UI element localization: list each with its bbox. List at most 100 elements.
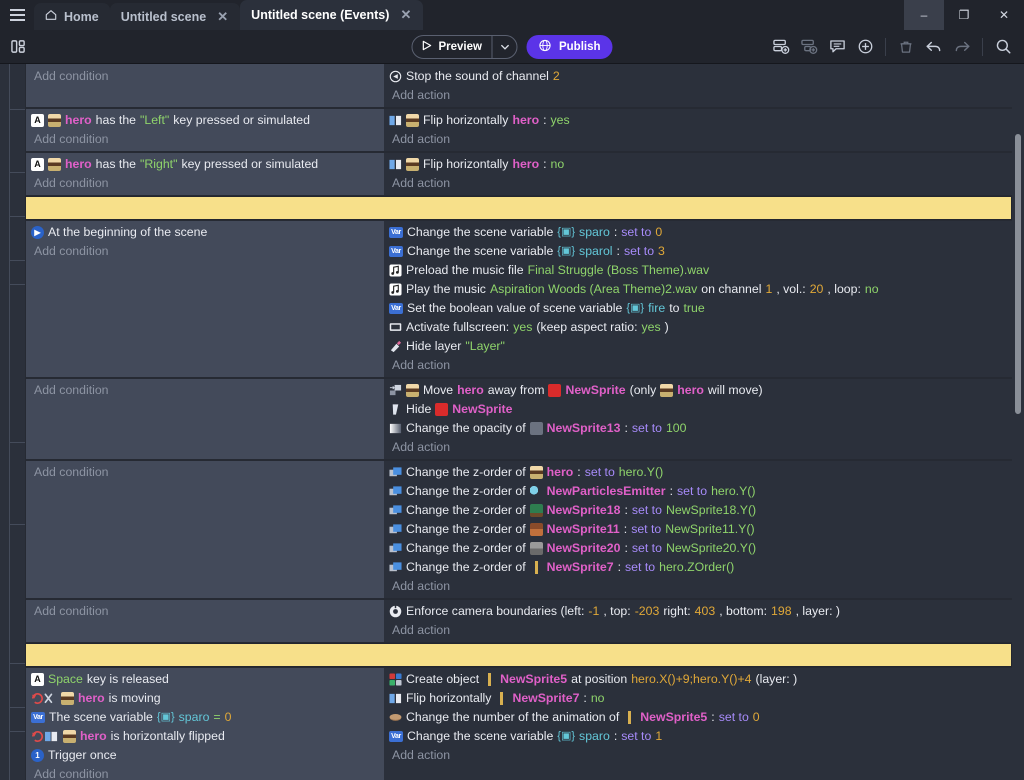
add-subevent-icon[interactable] — [796, 34, 822, 60]
search-icon[interactable] — [990, 34, 1016, 60]
action-line[interactable]: Change the z-order of hero: set to hero.Y() — [384, 463, 1012, 482]
token: hero — [546, 465, 574, 479]
condition-line[interactable]: Ahero has the "Right" key pressed or simula… — [26, 155, 384, 174]
music-icon — [389, 283, 402, 296]
conditions-cell[interactable]: ▶ At the beginning of the scene Add condit… — [25, 220, 384, 378]
conditions-cell[interactable]: Add condition — [25, 378, 384, 460]
token: NewSprite20.Y() — [665, 541, 757, 555]
undo-icon[interactable] — [921, 34, 947, 60]
token: Activate fullscreen: — [406, 320, 510, 334]
token: NewSprite18.Y() — [665, 503, 757, 517]
condition-line[interactable]: hero is horizontally flipped — [26, 727, 384, 746]
add-action-button[interactable]: Add action — [384, 86, 1012, 105]
condition-line[interactable]: ▶ At the beginning of the scene — [26, 223, 384, 242]
action-line[interactable]: Change the z-order of NewSprite18: set to N… — [384, 501, 1012, 520]
action-line[interactable]: Var Change the scene variable {▣} sparo: set… — [384, 223, 1012, 242]
add-condition-button[interactable]: Add condition — [26, 765, 384, 780]
action-line[interactable]: Change the number of the animation of New… — [384, 708, 1012, 727]
conditions-cell[interactable]: Add condition — [25, 460, 384, 599]
condition-line[interactable]: Var The scene variable {▣} sparo = 0 — [26, 708, 384, 727]
add-action-button[interactable]: Add action — [384, 130, 1012, 149]
toolbar-right-group — [768, 34, 1016, 60]
action-line[interactable]: Play the music Aspiration Woods (Area The… — [384, 280, 1012, 299]
add-action-button[interactable]: Add action — [384, 621, 1012, 640]
conditions-cell[interactable]: A Space key is released hero is moving Var The… — [25, 667, 384, 780]
token: hero — [65, 157, 92, 171]
tab-untitled-scene-events[interactable]: Untitled scene (Events) ✕ — [240, 0, 424, 30]
vertical-scrollbar-thumb[interactable] — [1015, 134, 1021, 414]
tab-close-icon[interactable]: ✕ — [216, 9, 229, 25]
action-line[interactable]: Stop the sound of channel 2 — [384, 67, 1012, 86]
preview-button[interactable]: Preview — [411, 34, 518, 59]
add-instruction-icon[interactable] — [852, 34, 878, 60]
action-line[interactable]: Hide NewSprite — [384, 400, 1012, 419]
action-line[interactable]: Flip horizontally hero: yes — [384, 111, 1012, 130]
action-line[interactable]: Change the z-order of NewSprite7: set to he… — [384, 558, 1012, 577]
add-action-button[interactable]: Add action — [384, 174, 1012, 193]
events-sheet[interactable]: 1Trigger onceAdd conditionChange the num… — [0, 64, 1024, 780]
action-line[interactable]: Move hero away from NewSprite (only hero will … — [384, 381, 1012, 400]
add-action-button[interactable]: Add action — [384, 438, 1012, 457]
delete-icon[interactable] — [893, 34, 919, 60]
comment-row[interactable] — [25, 196, 1012, 220]
action-line[interactable]: Change the opacity of NewSprite13: set to 1… — [384, 419, 1012, 438]
actions-cell[interactable]: Change the z-order of hero: set to hero.Y()… — [384, 460, 1012, 599]
condition-line[interactable]: 1 Trigger once — [26, 746, 384, 765]
tab-untitled-scene[interactable]: Untitled scene ✕ — [109, 3, 241, 30]
tab-home[interactable]: Home — [34, 3, 110, 30]
add-action-button[interactable]: Add action — [384, 746, 1012, 765]
actions-cell[interactable]: Change the number of the animation ofher… — [384, 64, 1012, 108]
actions-cell[interactable]: Flip horizontally hero: no Add action — [384, 152, 1012, 196]
add-action-button[interactable]: Add action — [384, 577, 1012, 596]
action-line[interactable]: Enforce camera boundaries (left: -1, top:… — [384, 602, 1012, 621]
preview-dropdown-button[interactable] — [493, 36, 517, 58]
actions-cell[interactable]: Flip horizontally hero: yes Add action — [384, 108, 1012, 152]
token: {▣} — [557, 245, 576, 257]
action-line[interactable]: Create object NewSprite5 at position hero.X… — [384, 670, 1012, 689]
comment-row[interactable] — [25, 643, 1012, 667]
layout-panel-icon[interactable] — [0, 39, 36, 54]
add-condition-button[interactable]: Add condition — [26, 174, 384, 193]
add-condition-button[interactable]: Add condition — [26, 67, 384, 86]
action-line[interactable]: Flip horizontally NewSprite7: no — [384, 689, 1012, 708]
minimize-button[interactable]: – — [904, 0, 944, 30]
actions-cell[interactable]: Move hero away from NewSprite (only hero will … — [384, 378, 1012, 460]
redo-icon[interactable] — [949, 34, 975, 60]
conditions-cell[interactable]: 1Trigger onceAdd condition — [25, 64, 384, 108]
conditions-cell[interactable]: Add condition — [25, 599, 384, 643]
actions-cell[interactable]: Var Change the scene variable {▣} sparo: set… — [384, 220, 1012, 378]
publish-button[interactable]: Publish — [526, 34, 613, 59]
add-condition-button[interactable]: Add condition — [26, 381, 384, 400]
conditions-cell[interactable]: Ahero has the "Left" key pressed or simulat… — [25, 108, 384, 152]
action-line[interactable]: Change the z-order of NewParticlesEmitter… — [384, 482, 1012, 501]
add-condition-button[interactable]: Add condition — [26, 463, 384, 482]
action-line[interactable]: Change the z-order of NewSprite11: set to N… — [384, 520, 1012, 539]
add-condition-button[interactable]: Add condition — [26, 130, 384, 149]
condition-line[interactable]: hero is moving — [26, 689, 384, 708]
action-line[interactable]: Var Change the scene variable {▣} sparol: se… — [384, 242, 1012, 261]
action-line[interactable]: Flip horizontally hero: no — [384, 155, 1012, 174]
add-event-icon[interactable] — [768, 34, 794, 60]
actions-cell[interactable]: Create object NewSprite5 at position hero.X… — [384, 667, 1012, 780]
add-comment-icon[interactable] — [824, 34, 850, 60]
action-line[interactable]: Change the z-order of NewSprite20: set to N… — [384, 539, 1012, 558]
action-line[interactable]: Var Set the boolean value of scene variab… — [384, 299, 1012, 318]
actions-cell[interactable]: Enforce camera boundaries (left: -1, top:… — [384, 599, 1012, 643]
token: : — [669, 484, 673, 498]
action-line[interactable]: Activate fullscreen: yes (keep aspect rati… — [384, 318, 1012, 337]
tab-close-icon[interactable]: ✕ — [399, 7, 412, 23]
add-condition-button[interactable]: Add condition — [26, 242, 384, 261]
action-line[interactable]: Var Change the scene variable {▣} sparo: set… — [384, 727, 1012, 746]
add-condition-button[interactable]: Add condition — [26, 602, 384, 621]
condition-line[interactable]: A Space key is released — [26, 670, 384, 689]
conditions-cell[interactable]: Ahero has the "Right" key pressed or simula… — [25, 152, 384, 196]
action-line[interactable]: Preload the music file Final Struggle (Bo… — [384, 261, 1012, 280]
hamburger-icon[interactable] — [0, 0, 34, 30]
close-button[interactable]: ✕ — [984, 0, 1024, 30]
event-row: Ahero has the "Left" key pressed or simulat… — [0, 108, 1024, 152]
action-line[interactable]: Hide layer "Layer" — [384, 337, 1012, 356]
add-action-button[interactable]: Add action — [384, 356, 1012, 375]
move-away-icon — [389, 384, 402, 397]
condition-line[interactable]: Ahero has the "Left" key pressed or simulat… — [26, 111, 384, 130]
maximize-button[interactable]: ❐ — [944, 0, 984, 30]
